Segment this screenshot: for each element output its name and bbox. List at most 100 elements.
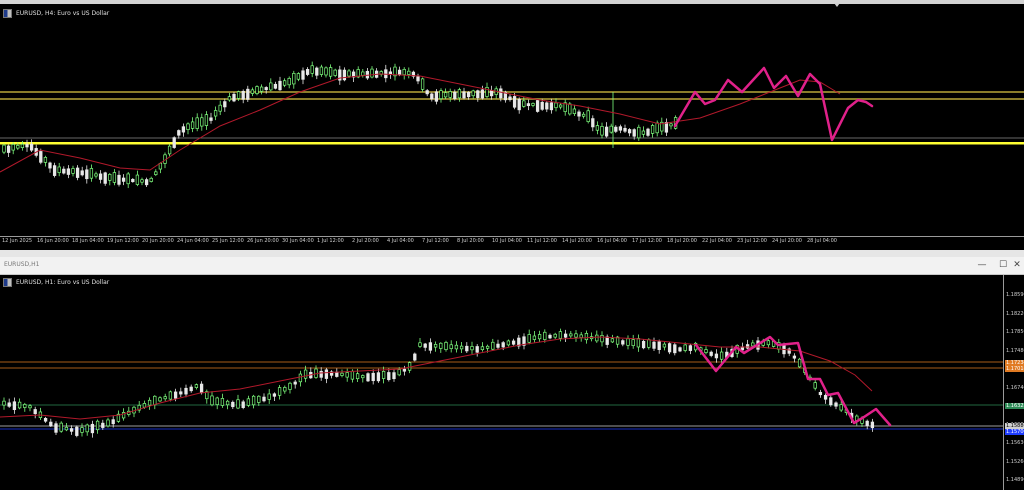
h1-window-titlebar[interactable]: EURUSD,H1 — ☐ ✕	[0, 257, 1024, 275]
candle-body	[568, 103, 572, 115]
candle-body	[80, 170, 84, 176]
candle-body	[121, 177, 126, 182]
candle-body	[466, 91, 471, 98]
candle-body	[195, 117, 199, 129]
candle-body	[586, 110, 590, 122]
candle-body	[25, 144, 29, 148]
price-level-badge: 1.17018	[1005, 366, 1024, 372]
candle-body	[39, 151, 43, 163]
h4-chart-canvas[interactable]	[0, 0, 1024, 236]
candle-body	[508, 96, 512, 101]
candle-body	[23, 404, 27, 408]
candle-body	[355, 373, 360, 380]
candle-body	[554, 102, 558, 109]
candle-body	[223, 101, 227, 108]
candle-body	[296, 73, 301, 80]
candle-body	[75, 167, 80, 178]
candle-body	[604, 126, 609, 137]
close-button[interactable]: ✕	[1010, 260, 1024, 271]
candle-body	[241, 401, 245, 408]
candle-body	[246, 398, 251, 406]
candle-body	[181, 126, 186, 133]
candle-body	[751, 342, 755, 347]
restore-button[interactable]: ☐	[996, 260, 1010, 271]
time-axis-label: 1 Jul 12:00	[317, 238, 344, 244]
candle-body	[305, 69, 310, 75]
candle-body	[167, 145, 172, 155]
candle-body	[678, 347, 682, 352]
minimize-button[interactable]: —	[975, 260, 989, 271]
candle-body	[324, 67, 328, 76]
candle-body	[499, 88, 503, 99]
candle-body	[449, 344, 453, 349]
candle-body	[591, 118, 595, 128]
pane-separator[interactable]	[0, 250, 1024, 257]
candle-body	[595, 125, 600, 131]
candle-body	[350, 370, 355, 380]
candle-body	[98, 173, 103, 180]
candle-body	[667, 343, 672, 353]
h4-chart-pane[interactable]: EURUSD, H4: Euro vs US Dollar 12 Jun 202…	[0, 0, 1024, 256]
candle-body	[646, 128, 650, 136]
candle-body	[259, 86, 264, 92]
chart-shift-marker-icon[interactable]	[834, 3, 840, 7]
candle-body	[407, 70, 411, 75]
candle-body	[33, 409, 37, 415]
candle-body	[517, 98, 521, 111]
h1-chart-pane[interactable]: EURUSD, H1: Euro vs US Dollar 1.18590 1.1…	[0, 275, 1024, 490]
candle-body	[52, 165, 57, 176]
time-axis-label: 7 Jul 12:00	[422, 238, 449, 244]
candle-body	[652, 341, 656, 349]
candle-body	[28, 405, 32, 409]
candle-body	[282, 80, 287, 86]
symbol-flag-icon	[3, 278, 12, 287]
candle-body	[328, 67, 333, 77]
candle-body	[563, 333, 568, 338]
candle-body	[85, 424, 89, 433]
candle-body	[439, 90, 443, 100]
candle-body	[829, 397, 833, 406]
candle-body	[199, 383, 204, 394]
candle-body	[71, 168, 75, 174]
candle-body	[480, 346, 485, 351]
candle-body	[397, 369, 401, 376]
candle-body	[581, 113, 586, 117]
candle-body	[12, 401, 17, 411]
candle-body	[112, 172, 117, 183]
candle-body	[345, 372, 349, 378]
candle-body	[278, 80, 282, 91]
candle-body	[303, 369, 308, 379]
candle-body	[251, 395, 256, 406]
candle-body	[210, 395, 214, 406]
candle-body	[43, 157, 48, 163]
candle-body	[491, 341, 495, 350]
candle-body	[209, 117, 213, 121]
candle-body	[95, 420, 100, 431]
candle-body	[213, 110, 218, 117]
candle-body	[526, 103, 531, 107]
candle-body	[126, 173, 130, 185]
h1-chart-canvas[interactable]	[0, 275, 1003, 490]
price-tick-label: 1.18220	[1006, 310, 1024, 317]
candle-body	[101, 422, 105, 428]
candle-body	[439, 342, 443, 349]
h1-price-axis: 1.185901.182201.178501.174801.171101.167…	[1003, 275, 1024, 490]
candle-body	[186, 123, 190, 131]
candle-body	[324, 369, 329, 379]
time-axis-label: 20 Jun 20:00	[142, 238, 174, 244]
candle-body	[522, 100, 526, 107]
candle-body	[631, 339, 635, 346]
candle-body	[89, 168, 94, 179]
candle-body	[465, 345, 469, 352]
candle-body	[548, 334, 552, 339]
candle-body	[655, 122, 659, 134]
resistance-line-upper	[0, 91, 1024, 93]
candle-body	[347, 70, 351, 77]
candle-body	[293, 381, 297, 385]
h1-chart-title: EURUSD, H1: Euro vs US Dollar	[3, 278, 109, 287]
candle-body	[54, 423, 58, 433]
candle-body	[540, 101, 544, 110]
candle-body	[392, 372, 396, 380]
candle-body	[430, 93, 434, 100]
candle-body	[333, 69, 337, 76]
